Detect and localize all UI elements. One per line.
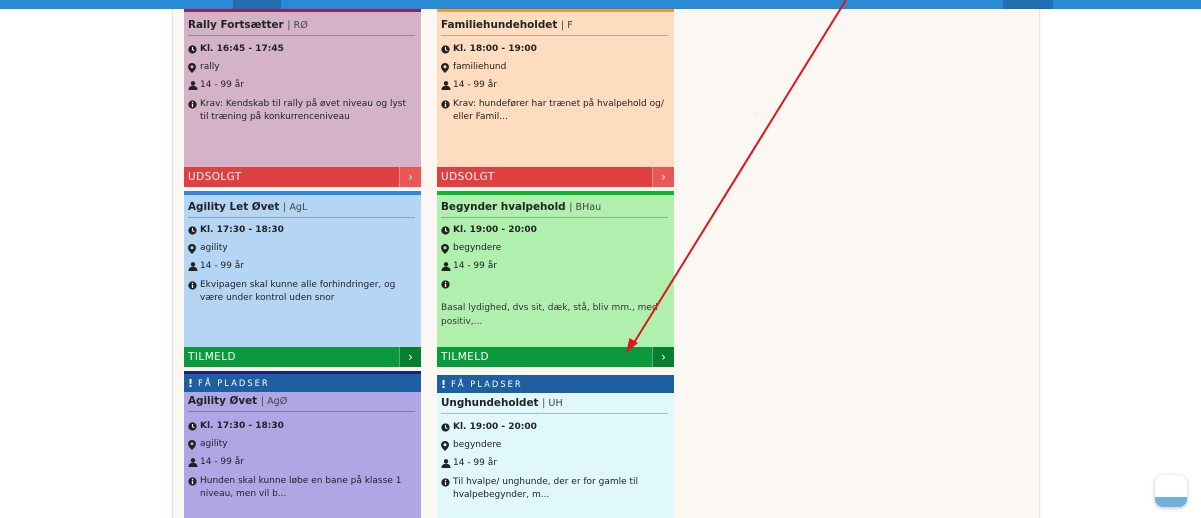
course-title: Agility Øvet | AgØ bbox=[188, 395, 415, 412]
user-icon bbox=[188, 79, 200, 92]
course-title: Rally Fortsætter | RØ bbox=[188, 19, 415, 36]
course-age: 14 - 99 år bbox=[441, 457, 666, 470]
map-marker-icon bbox=[441, 242, 453, 255]
course-time: Kl. 18:00 - 19:00 bbox=[441, 43, 666, 56]
course-info: Ekvipagen skal kunne alle forhindringer,… bbox=[188, 279, 413, 305]
course-title: Familiehundeholdet | F bbox=[441, 19, 668, 36]
course-card-familiehundeholdet[interactable]: Familiehundeholdet | F Kl. 18:00 - 19:00… bbox=[437, 9, 674, 187]
sold-out-button[interactable]: UDSOLGT › bbox=[184, 167, 421, 187]
course-location: begyndere bbox=[441, 242, 666, 255]
course-info: Krav: Kendskab til rally på øvet niveau … bbox=[188, 98, 413, 124]
exclamation-icon: ! bbox=[188, 376, 194, 390]
course-info: Hunden skal kunne løbe en bane på klasse… bbox=[188, 475, 413, 501]
chevron-right-icon: › bbox=[399, 167, 421, 187]
course-age: 14 - 99 år bbox=[188, 79, 413, 92]
course-age: 14 - 99 år bbox=[188, 260, 413, 273]
course-location: begyndere bbox=[441, 439, 666, 452]
map-marker-icon bbox=[188, 438, 200, 451]
register-button[interactable]: TILMELD › bbox=[437, 347, 674, 367]
clock-icon bbox=[441, 421, 453, 434]
course-age: 14 - 99 år bbox=[188, 456, 413, 469]
user-icon bbox=[188, 456, 200, 469]
chevron-right-icon: › bbox=[652, 167, 674, 187]
exclamation-icon: ! bbox=[441, 377, 447, 391]
map-marker-icon bbox=[188, 61, 200, 74]
course-card-agility-let-oevet[interactable]: Agility Let Øvet | AgL Kl. 17:30 - 18:30… bbox=[184, 191, 421, 367]
user-icon bbox=[441, 457, 453, 470]
map-marker-icon bbox=[441, 61, 453, 74]
info-circle-icon bbox=[188, 279, 200, 292]
course-time: Kl. 19:00 - 20:00 bbox=[441, 421, 666, 434]
clock-icon bbox=[188, 43, 200, 56]
course-location: rally bbox=[188, 61, 413, 74]
few-seats-banner: ! FÅ PLADSER bbox=[437, 375, 674, 393]
course-card-rally-fortsaetter[interactable]: Rally Fortsætter | RØ Kl. 16:45 - 17:45 … bbox=[184, 9, 421, 187]
clock-icon bbox=[188, 420, 200, 433]
chevron-right-icon: › bbox=[399, 347, 421, 367]
course-age: 14 - 99 år bbox=[441, 260, 666, 273]
course-location: agility bbox=[188, 242, 413, 255]
course-info: Krav: hundefører har trænet på hvalpehol… bbox=[441, 98, 666, 124]
course-time: Kl. 17:30 - 18:30 bbox=[188, 224, 413, 237]
info-circle-icon bbox=[188, 98, 200, 111]
course-description: Basal lydighed, dvs sit, dæk, stå, bliv … bbox=[441, 303, 658, 327]
map-marker-icon bbox=[188, 242, 200, 255]
course-card-begynder-hvalpehold[interactable]: Begynder hvalpehold | BHau Kl. 19:00 - 2… bbox=[437, 191, 674, 367]
course-info bbox=[441, 278, 666, 291]
course-time: Kl. 17:30 - 18:30 bbox=[188, 420, 413, 433]
clock-icon bbox=[188, 224, 200, 237]
user-icon bbox=[441, 260, 453, 273]
course-info: Til hvalpe/ unghunde, der er for gamle t… bbox=[441, 476, 666, 502]
user-icon bbox=[441, 79, 453, 92]
info-circle-icon bbox=[441, 476, 453, 489]
info-circle-icon bbox=[188, 475, 200, 488]
course-location: agility bbox=[188, 438, 413, 451]
help-chat-button[interactable] bbox=[1155, 475, 1187, 507]
course-title: Agility Let Øvet | AgL bbox=[188, 201, 415, 218]
top-accent-bar bbox=[0, 0, 1201, 9]
user-icon bbox=[188, 260, 200, 273]
info-circle-icon bbox=[441, 98, 453, 111]
register-button[interactable]: TILMELD › bbox=[184, 347, 421, 367]
course-time: Kl. 19:00 - 20:00 bbox=[441, 224, 666, 237]
info-circle-icon bbox=[441, 278, 453, 291]
few-seats-banner: ! FÅ PLADSER bbox=[184, 374, 421, 392]
course-title: Unghundeholdet | UH bbox=[441, 397, 668, 414]
clock-icon bbox=[441, 43, 453, 56]
course-card-unghundeholdet[interactable]: ! FÅ PLADSER Unghundeholdet | UH Kl. 19:… bbox=[437, 375, 674, 518]
course-time: Kl. 16:45 - 17:45 bbox=[188, 43, 413, 56]
course-age: 14 - 99 år bbox=[441, 79, 666, 92]
course-card-agility-oevet[interactable]: ! FÅ PLADSER Agility Øvet | AgØ Kl. 17:3… bbox=[184, 371, 421, 518]
sold-out-button[interactable]: UDSOLGT › bbox=[437, 167, 674, 187]
clock-icon bbox=[441, 224, 453, 237]
course-title: Begynder hvalpehold | BHau bbox=[441, 201, 668, 218]
map-marker-icon bbox=[441, 439, 453, 452]
course-location: familiehund bbox=[441, 61, 666, 74]
help-chat-icon bbox=[1155, 497, 1187, 507]
chevron-right-icon: › bbox=[652, 347, 674, 367]
